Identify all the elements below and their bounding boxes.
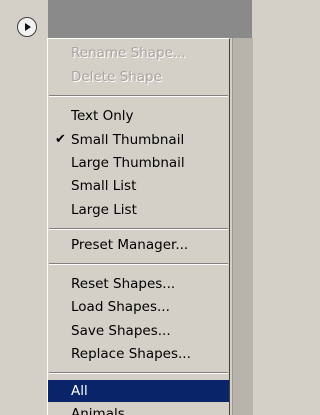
checkmark-icon: ✔: [55, 132, 66, 147]
menu-separator: [49, 263, 228, 265]
small-thumbnail-item[interactable]: ✔ Small Thumbnail: [48, 129, 229, 151]
replace-shapes-item[interactable]: Replace Shapes...: [48, 343, 229, 365]
play-arrow-icon: [25, 23, 31, 31]
library-animals-item[interactable]: Animals: [48, 403, 229, 415]
menu-separator: [49, 372, 228, 374]
preset-manager-item[interactable]: Preset Manager...: [48, 234, 229, 256]
shapes-panel: [0, 0, 48, 415]
reset-shapes-item[interactable]: Reset Shapes...: [48, 273, 229, 295]
shape-options-menu: Rename Shape... Delete Shape Text Only ✔…: [47, 38, 230, 415]
small-list-item[interactable]: Small List: [48, 175, 229, 197]
rename-shape-item: Rename Shape...: [71, 45, 186, 61]
small-thumbnail-label: Small Thumbnail: [71, 132, 185, 148]
load-shapes-item[interactable]: Load Shapes...: [48, 296, 229, 318]
large-thumbnail-item[interactable]: Large Thumbnail: [48, 152, 229, 174]
library-all-item[interactable]: All: [48, 380, 229, 402]
delete-shape-item: Delete Shape: [71, 69, 162, 85]
text-only-item[interactable]: Text Only: [48, 105, 229, 127]
large-list-item[interactable]: Large List: [48, 199, 229, 221]
save-shapes-item[interactable]: Save Shapes...: [48, 320, 229, 342]
flyout-menu-icon[interactable]: [17, 17, 37, 37]
panel-scrollbar[interactable]: [232, 38, 253, 415]
menu-separator: [49, 95, 228, 97]
panel-header-area: [48, 0, 252, 38]
menu-separator: [49, 228, 228, 230]
